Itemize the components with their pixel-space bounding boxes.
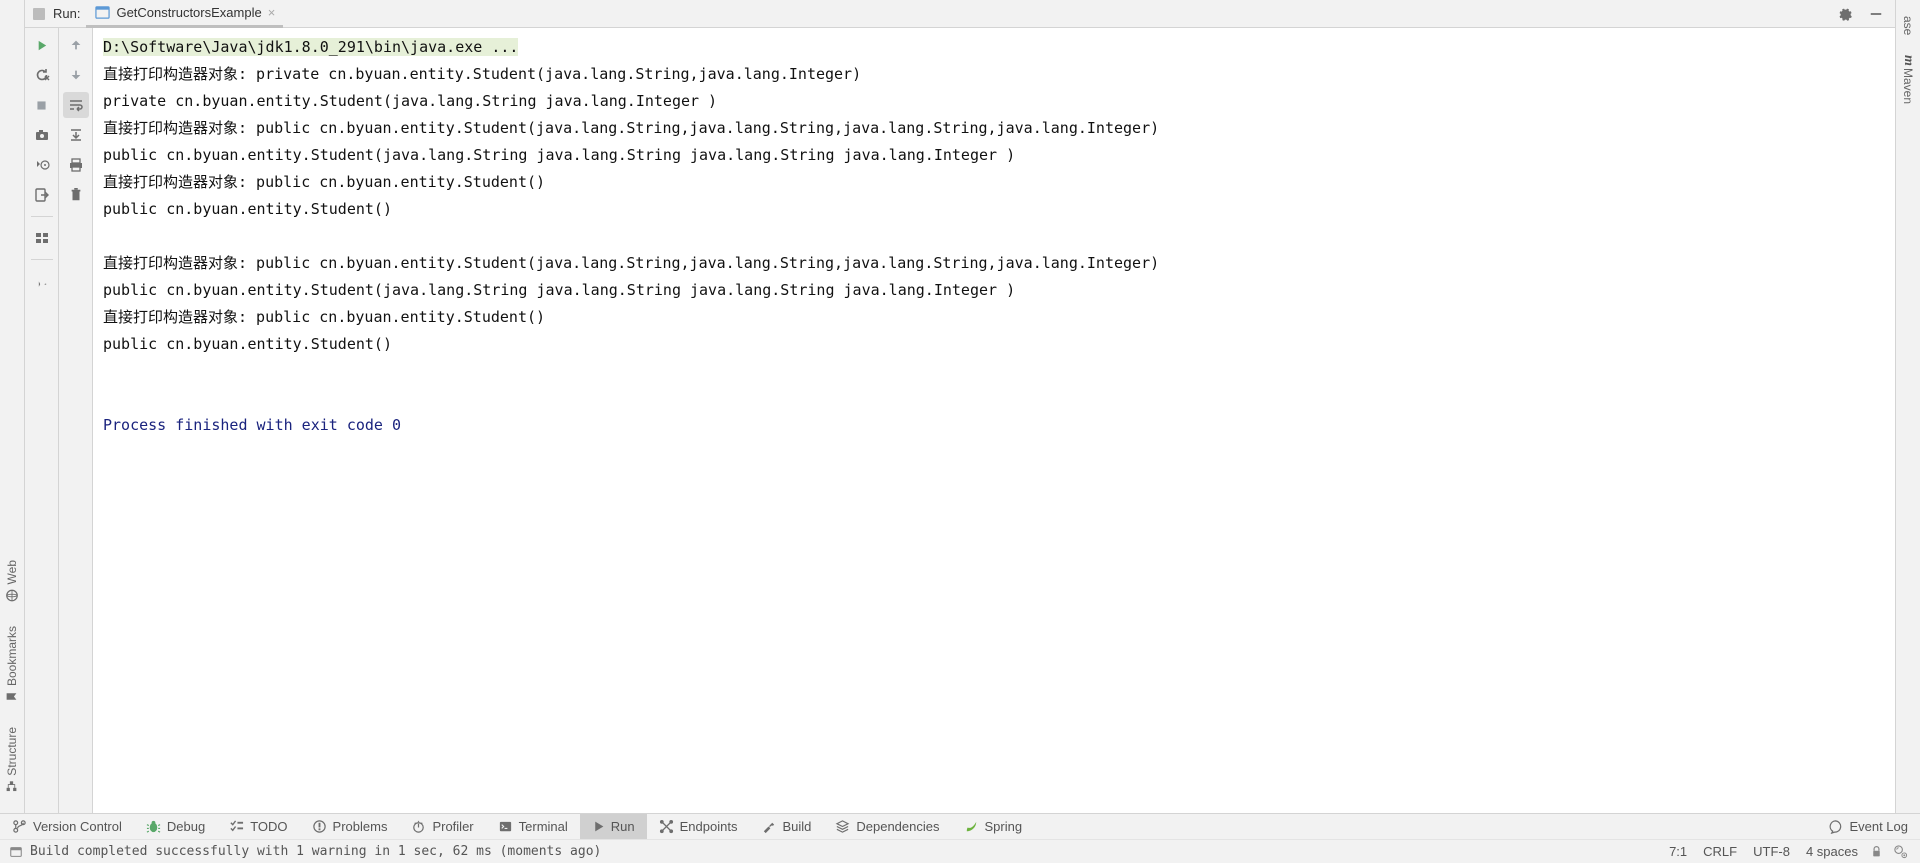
run-config-icon [94,5,110,21]
bottom-tab-label: Terminal [519,819,568,834]
soft-wrap-button[interactable] [63,92,89,118]
bottom-tab-profiler[interactable]: Profiler [399,814,485,839]
bottom-tab-build[interactable]: Build [749,814,823,839]
bottom-tab-terminal[interactable]: Terminal [486,814,580,839]
bottom-tab-label: Endpoints [680,819,738,834]
right-tool-stripe: ase m Maven [1895,0,1920,813]
bottom-tab-label: Version Control [33,819,122,834]
event-log-label: Event Log [1849,819,1908,834]
bottom-tab-run[interactable]: Run [580,814,647,839]
layout-button[interactable] [29,225,55,251]
tool-window-icon [27,2,51,26]
print-button[interactable] [63,152,89,178]
bottom-tab-label: Problems [333,819,388,834]
maven-tool-button[interactable]: m Maven [1900,55,1916,104]
ide-status-icon[interactable] [1890,842,1910,862]
bottom-tab-dependencies[interactable]: Dependencies [823,814,951,839]
bottom-tab-label: Build [782,819,811,834]
status-message: Build completed successfully with 1 warn… [30,844,601,859]
bottom-tool-bar: Version Control Debug TODO Problems Profiler… [0,813,1920,839]
hammer-icon [761,819,776,834]
caret-position[interactable]: 7:1 [1661,844,1695,859]
stop-button[interactable] [29,92,55,118]
bottom-tab-label: Profiler [432,819,473,834]
bookmarks-tool-button[interactable]: Bookmarks [5,626,19,703]
console-output[interactable]: D:\Software\Java\jdk1.8.0_291\bin\java.e… [93,28,1895,813]
left-tool-stripe: Web Bookmarks Structure [0,0,25,813]
terminal-icon [498,819,513,834]
layers-icon [835,819,850,834]
dump-threads-button[interactable] [29,152,55,178]
endpoints-icon [659,819,674,834]
lock-icon[interactable] [1866,842,1886,862]
bottom-tab-version-control[interactable]: Version Control [0,814,134,839]
bottom-tab-problems[interactable]: Problems [300,814,400,839]
profiler-icon [411,819,426,834]
clear-all-button[interactable] [63,182,89,208]
scroll-to-end-button[interactable] [63,122,89,148]
bottom-tab-spring[interactable]: Spring [952,814,1035,839]
database-tool-button[interactable]: ase [1901,16,1915,35]
run-tab[interactable]: GetConstructorsExample × [86,1,283,28]
web-tool-button[interactable]: Web [5,560,19,602]
minimize-icon[interactable] [1863,1,1889,27]
structure-tool-button[interactable]: Structure [5,727,19,793]
status-bar: Build completed successfully with 1 warn… [0,839,1920,863]
play-icon [592,820,605,833]
rerun-button[interactable] [29,32,55,58]
bottom-tab-endpoints[interactable]: Endpoints [647,814,750,839]
run-label: Run: [51,6,86,21]
indent-setting[interactable]: 4 spaces [1798,844,1866,859]
bottom-tab-label: Dependencies [856,819,939,834]
status-icon[interactable] [6,842,26,862]
rerun-failed-button[interactable] [29,62,55,88]
close-tab-icon[interactable]: × [268,5,276,20]
run-gutter-secondary [59,28,93,813]
bottom-tab-debug[interactable]: Debug [134,814,217,839]
event-log-button[interactable]: Event Log [1816,814,1920,839]
file-encoding[interactable]: UTF-8 [1745,844,1798,859]
bottom-tab-todo[interactable]: TODO [217,814,299,839]
spring-icon [964,819,979,834]
pin-button[interactable] [29,268,55,294]
line-separator[interactable]: CRLF [1695,844,1745,859]
settings-icon[interactable] [1831,1,1857,27]
problems-icon [312,819,327,834]
bottom-tab-label: Spring [985,819,1023,834]
run-tool-header: Run: GetConstructorsExample × [25,0,1895,28]
run-tab-label: GetConstructorsExample [116,5,261,20]
bottom-tab-label: Run [611,819,635,834]
bottom-tab-label: TODO [250,819,287,834]
bug-icon [146,819,161,834]
exit-button[interactable] [29,182,55,208]
up-arrow-button[interactable] [63,32,89,58]
run-gutter-primary [25,28,59,813]
todo-icon [229,819,244,834]
down-arrow-button[interactable] [63,62,89,88]
bottom-tab-label: Debug [167,819,205,834]
branch-icon [12,819,27,834]
camera-icon[interactable] [29,122,55,148]
